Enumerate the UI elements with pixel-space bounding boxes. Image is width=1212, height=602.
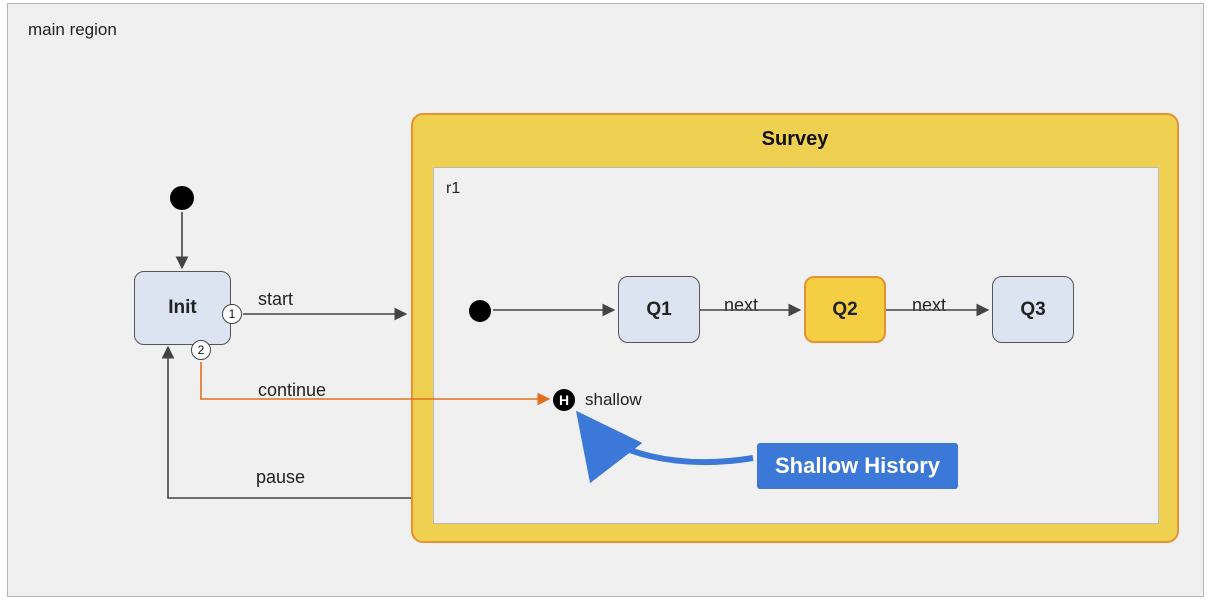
label-pause: pause [256, 467, 305, 488]
history-node: H [553, 389, 575, 411]
state-q1: Q1 [618, 276, 700, 343]
statechart-diagram: main region Survey r1 Init 1 2 Q1 Q2 Q3 … [0, 0, 1212, 602]
label-next-1: next [724, 295, 758, 316]
history-label: shallow [585, 390, 642, 410]
state-init: Init [134, 271, 231, 345]
initial-node-inner [469, 300, 491, 322]
state-q2-active: Q2 [804, 276, 886, 343]
port-2: 2 [191, 340, 211, 360]
callout-shallow-history: Shallow History [757, 443, 958, 489]
main-region-label: main region [28, 20, 117, 40]
port-1: 1 [222, 304, 242, 324]
label-continue: continue [258, 380, 326, 401]
state-survey-title: Survey [413, 115, 1177, 163]
state-q3: Q3 [992, 276, 1074, 343]
label-next-2: next [912, 295, 946, 316]
initial-node-outer [170, 186, 194, 210]
label-start: start [258, 289, 293, 310]
inner-region-label: r1 [446, 180, 460, 198]
